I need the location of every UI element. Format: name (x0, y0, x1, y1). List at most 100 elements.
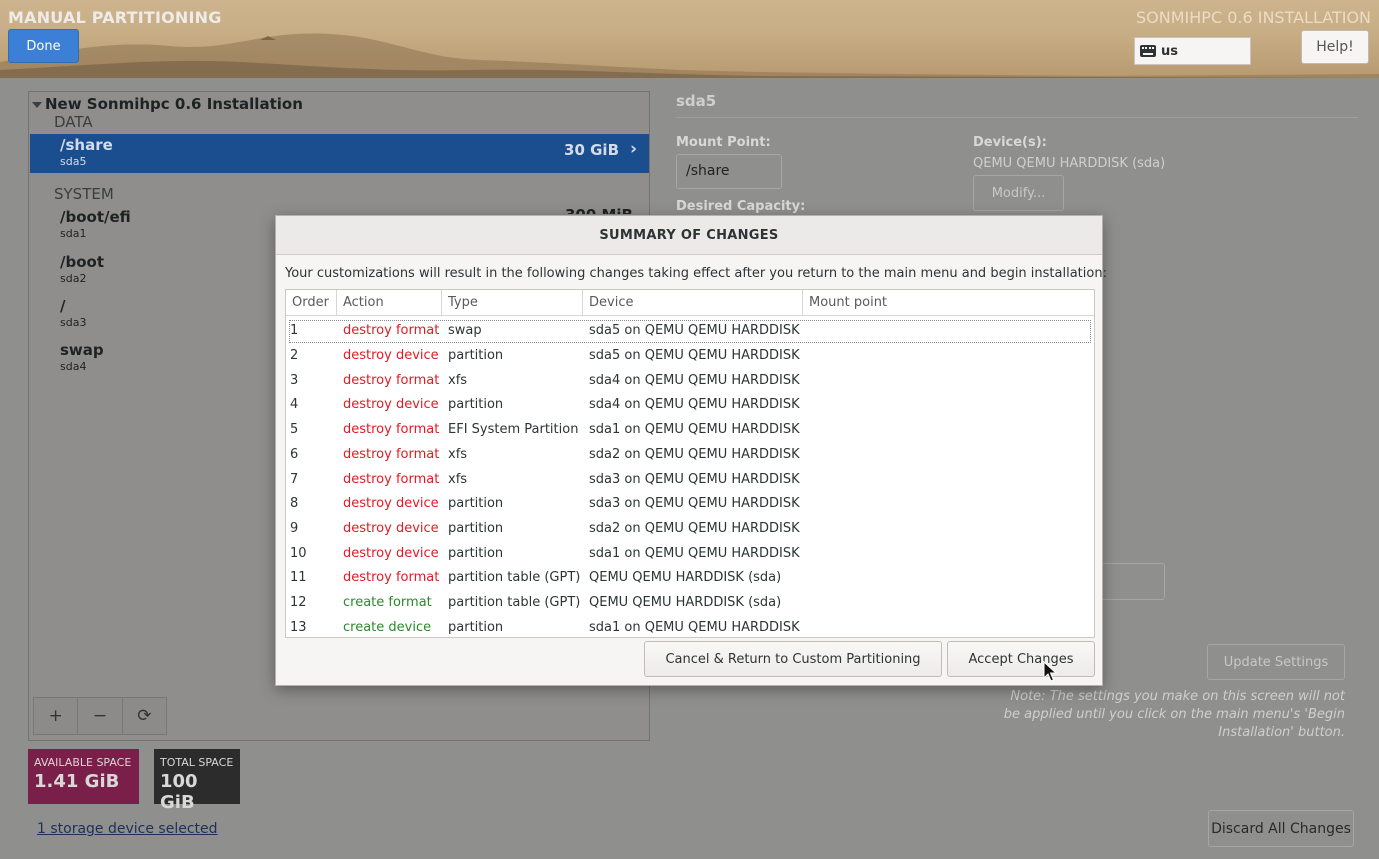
cell-type: xfs (448, 372, 468, 388)
table-row[interactable]: 4 destroy device partition sda4 on QEMU … (286, 393, 1094, 418)
storage-devices-link[interactable]: 1 storage device selected (37, 821, 218, 837)
modify-button[interactable]: Modify... (973, 175, 1064, 211)
devices-label: Device(s): (973, 135, 1047, 150)
column-header-type[interactable]: Type (442, 290, 583, 316)
cell-order: 12 (290, 595, 307, 610)
total-space-label: TOTAL SPACE (160, 756, 234, 769)
devices-value: QEMU QEMU HARDDISK (sda) (973, 156, 1166, 171)
cell-device: sda4 on QEMU QEMU HARDDISK (589, 397, 800, 413)
table-row[interactable]: 11 destroy format partition table (GPT) … (286, 566, 1094, 591)
table-header: Order Action Type Device Mount point (286, 290, 1094, 316)
table-row[interactable]: 8 destroy device partition sda3 on QEMU … (286, 492, 1094, 517)
cell-device: sda1 on QEMU QEMU HARDDISK (589, 422, 800, 438)
table-row[interactable]: 5 destroy format EFI System Partition sd… (286, 418, 1094, 443)
cell-order: 6 (290, 446, 299, 462)
header-bar: MANUAL PARTITIONING Done SONMIHPC 0.6 IN… (0, 0, 1379, 78)
cell-action: destroy format (343, 471, 440, 487)
table-row[interactable]: 10 destroy device partition sda1 on QEMU… (286, 542, 1094, 567)
table-row[interactable]: 12 create format partition table (GPT) Q… (286, 591, 1094, 616)
cell-device: sda1 on QEMU QEMU HARDDISK (589, 619, 800, 635)
cell-order: 2 (290, 348, 299, 363)
keyboard-layout-label: us (1161, 43, 1178, 59)
cell-order: 1 (290, 323, 299, 338)
table-row[interactable]: 9 destroy device partition sda2 on QEMU … (286, 517, 1094, 542)
dialog-description: Your customizations will result in the f… (285, 266, 1107, 281)
help-button[interactable]: Help! (1301, 30, 1369, 64)
cell-action: destroy format (343, 570, 440, 586)
cell-action: destroy device (343, 545, 439, 561)
table-row[interactable]: 7 destroy format xfs sda3 on QEMU QEMU H… (286, 468, 1094, 493)
cell-order: 11 (290, 570, 307, 586)
table-row[interactable]: 2 destroy device partition sda5 on QEMU … (286, 344, 1094, 369)
installation-root-label: New Sonmihpc 0.6 Installation (45, 95, 303, 113)
table-row[interactable]: 1 destroy format swap sda5 on QEMU QEMU … (288, 319, 1092, 344)
cell-device: sda5 on QEMU QEMU HARDDISK (589, 323, 800, 338)
update-settings-button[interactable]: Update Settings (1207, 644, 1345, 680)
cell-type: partition table (GPT) (448, 595, 581, 610)
cell-type: EFI System Partition (448, 422, 579, 438)
accept-changes-button[interactable]: Accept Changes (947, 641, 1095, 677)
product-title: SONMIHPC 0.6 INSTALLATION (1136, 8, 1371, 27)
cell-action: destroy format (343, 372, 440, 388)
cell-action: destroy device (343, 496, 439, 512)
keyboard-icon (1140, 45, 1156, 57)
cell-type: partition (448, 348, 504, 363)
refresh-button[interactable]: ⟳ (122, 698, 166, 734)
cell-device: sda3 on QEMU QEMU HARDDISK (589, 471, 800, 487)
cell-type: xfs (448, 446, 468, 462)
cell-type: partition (448, 397, 504, 413)
available-space-label: AVAILABLE SPACE (34, 756, 132, 769)
column-header-order[interactable]: Order (286, 290, 337, 316)
cell-order: 5 (290, 422, 299, 438)
details-title: sda5 (676, 92, 717, 110)
column-header-device[interactable]: Device (583, 290, 803, 316)
cell-device: sda4 on QEMU QEMU HARDDISK (589, 372, 800, 388)
cell-order: 9 (290, 520, 299, 536)
installation-root[interactable]: New Sonmihpc 0.6 Installation (32, 95, 303, 113)
details-divider (676, 117, 1358, 118)
cell-type: partition (448, 520, 504, 536)
cell-type: partition (448, 619, 504, 635)
table-row[interactable]: 3 destroy format xfs sda4 on QEMU QEMU H… (286, 369, 1094, 394)
done-button[interactable]: Done (8, 29, 79, 63)
total-space-box: TOTAL SPACE 100 GiB (154, 749, 240, 813)
settings-note: Note: The settings you make on this scre… (1003, 689, 1345, 740)
cell-action: destroy format (343, 422, 440, 438)
cell-type: partition (448, 496, 504, 512)
dialog-title: SUMMARY OF CHANGES (276, 216, 1102, 255)
cell-type: xfs (448, 471, 468, 487)
remove-partition-button[interactable]: − (78, 698, 123, 734)
cell-device: sda3 on QEMU QEMU HARDDISK (589, 496, 800, 512)
partition-name: /share (60, 136, 113, 154)
table-row[interactable]: 13 create device partition sda1 on QEMU … (286, 616, 1094, 637)
cell-device: QEMU QEMU HARDDISK (sda) (589, 595, 782, 610)
cell-order: 10 (290, 545, 307, 561)
column-header-mount-point[interactable]: Mount point (803, 290, 1094, 316)
partition-name: swap (60, 341, 104, 359)
cell-device: sda5 on QEMU QEMU HARDDISK (589, 348, 800, 363)
cell-type: partition (448, 545, 504, 561)
keyboard-layout-indicator[interactable]: us (1134, 37, 1251, 65)
partition-device: sda3 (60, 316, 87, 329)
cell-order: 8 (290, 496, 299, 512)
column-header-action[interactable]: Action (337, 290, 442, 316)
partition-size: 300 MiB (565, 206, 633, 214)
add-partition-button[interactable]: + (34, 698, 79, 734)
partition-size: 30 GiB (564, 141, 619, 159)
cell-device: sda1 on QEMU QEMU HARDDISK (589, 545, 800, 561)
group-label-data: DATA (54, 113, 93, 131)
partition-name: /boot/efi (60, 208, 131, 226)
mount-point-label: Mount Point: (676, 135, 771, 150)
available-space-box: AVAILABLE SPACE 1.41 GiB (28, 749, 139, 804)
available-space-value: 1.41 GiB (34, 771, 120, 792)
partition-item-share[interactable]: /share sda5 30 GiB › (30, 134, 649, 173)
cancel-return-button[interactable]: Cancel & Return to Custom Partitioning (644, 641, 942, 677)
total-space-value: 100 GiB (160, 771, 198, 813)
discard-all-changes-button[interactable]: Discard All Changes (1208, 810, 1354, 847)
chevron-right-icon: › (629, 139, 637, 159)
changes-table[interactable]: Order Action Type Device Mount point 1 d… (285, 289, 1095, 638)
partition-name: / (60, 297, 66, 315)
mount-point-field[interactable]: /share (676, 154, 782, 189)
table-row[interactable]: 6 destroy format xfs sda2 on QEMU QEMU H… (286, 443, 1094, 468)
desired-capacity-label: Desired Capacity: (676, 199, 806, 214)
